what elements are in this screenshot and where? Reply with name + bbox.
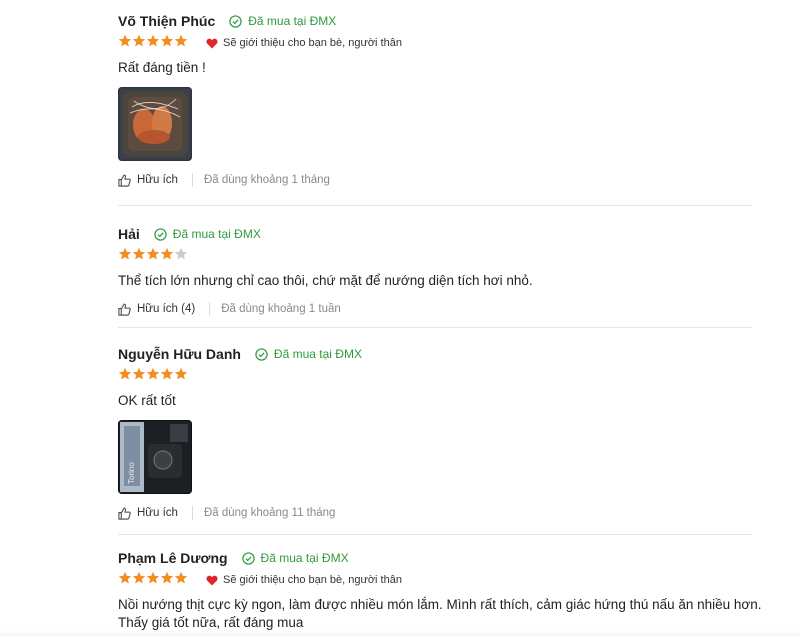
star-icon: [132, 34, 146, 53]
reviewer-name: Võ Thiện Phúc: [118, 13, 216, 29]
star-icon: [174, 247, 188, 266]
recommend-label: Sẽ giới thiệu cho bạn bè, người thân: [223, 574, 402, 586]
review-header: Võ Thiện Phúc Đã mua tại ĐMX: [118, 11, 752, 31]
purchase-badge: Đã mua tại ĐMX: [229, 14, 336, 28]
review-item: Hải Đã mua tại ĐMX Thể tích lớn nhưng ch…: [118, 206, 752, 328]
review-content: Thể tích lớn nhưng chỉ cao thôi, chứ mặt…: [118, 273, 533, 288]
review-footer: Hữu ích (4) Đã dùng khoảng 1 tuần: [118, 302, 752, 316]
rating-row: [118, 367, 752, 386]
thumbs-up-icon: [118, 174, 131, 187]
check-circle-icon: [154, 227, 167, 241]
purchase-badge: Đã mua tại ĐMX: [154, 227, 261, 241]
helpful-button[interactable]: Hữu ích (4): [118, 303, 195, 316]
check-circle-icon: [241, 551, 255, 565]
review-footer: Hữu ích Đã dùng khoảng 11 tháng: [118, 506, 752, 520]
recommend-note: Sẽ giới thiệu cho bạn bè, người thân: [206, 37, 402, 49]
helpful-label: Hữu ích: [137, 174, 178, 186]
purchase-badge-label: Đã mua tại ĐMX: [260, 551, 349, 565]
star-icon: [118, 247, 132, 266]
recommend-label: Sẽ giới thiệu cho bạn bè, người thân: [223, 37, 402, 49]
footer-divider: [191, 506, 193, 520]
purchase-badge: Đã mua tại ĐMX: [255, 347, 362, 361]
star-icon: [146, 247, 160, 266]
recommend-note: Sẽ giới thiệu cho bạn bè, người thân: [206, 574, 402, 586]
star-icon: [132, 367, 146, 386]
star-icon: [118, 571, 132, 590]
appliance-photo: Torino: [118, 420, 192, 494]
shrimp-photo: [118, 87, 192, 161]
review-item: Nguyễn Hữu Danh Đã mua tại ĐMX OK rất tố…: [118, 328, 752, 535]
review-list: Võ Thiện Phúc Đã mua tại ĐMX Sẽ giới thi…: [118, 0, 762, 632]
star-rating: [118, 34, 188, 53]
reviewer-name: Hải: [118, 226, 140, 242]
star-rating: [118, 247, 188, 266]
review-footer: Hữu ích Đã dùng khoảng 1 tháng: [118, 173, 752, 187]
photo-text: Torino: [127, 462, 136, 484]
star-icon: [160, 571, 174, 590]
review-header: Hải Đã mua tại ĐMX: [118, 224, 752, 244]
reviewer-name: Nguyễn Hữu Danh: [118, 346, 241, 362]
purchase-badge: Đã mua tại ĐMX: [241, 551, 349, 565]
star-icon: [132, 247, 146, 266]
helpful-button[interactable]: Hữu ích: [118, 507, 178, 520]
heart-icon: [206, 575, 218, 585]
star-rating: [118, 571, 188, 590]
star-icon: [118, 367, 132, 386]
review-content: OK rất tốt: [118, 393, 176, 408]
star-icon: [146, 367, 160, 386]
check-circle-icon: [255, 347, 268, 361]
thumbs-up-icon: [118, 303, 131, 316]
footer-divider: [209, 302, 211, 316]
helpful-label: Hữu ích (4): [137, 303, 196, 315]
usage-duration: Đã dùng khoảng 1 tháng: [203, 174, 330, 186]
usage-duration: Đã dùng khoảng 1 tuần: [221, 303, 341, 315]
helpful-button[interactable]: Hữu ích: [118, 174, 178, 187]
star-icon: [174, 367, 188, 386]
star-icon: [174, 571, 188, 590]
helpful-label: Hữu ích: [137, 507, 178, 519]
usage-duration: Đã dùng khoảng 11 tháng: [203, 507, 336, 519]
star-icon: [132, 571, 146, 590]
star-icon: [174, 34, 188, 53]
star-rating: [118, 367, 188, 386]
review-photo[interactable]: Torino: [118, 420, 192, 494]
heart-icon: [206, 38, 218, 48]
bottom-scroll-shadow: [0, 630, 800, 636]
star-icon: [160, 367, 174, 386]
rating-row: [118, 247, 752, 266]
rating-row: Sẽ giới thiệu cho bạn bè, người thân: [118, 34, 752, 53]
review-header: Nguyễn Hữu Danh Đã mua tại ĐMX: [118, 344, 752, 364]
review-item: Võ Thiện Phúc Đã mua tại ĐMX Sẽ giới thi…: [118, 0, 752, 206]
review-header: Phạm Lê Dương Đã mua tại ĐMX: [118, 548, 752, 568]
thumbs-up-icon: [118, 507, 131, 520]
footer-divider: [191, 173, 193, 187]
check-circle-icon: [229, 14, 242, 28]
rating-row: Sẽ giới thiệu cho bạn bè, người thân: [118, 571, 752, 590]
star-icon: [146, 571, 160, 590]
purchase-badge-label: Đã mua tại ĐMX: [172, 227, 261, 241]
star-icon: [146, 34, 160, 53]
review-content: Rất đáng tiền !: [118, 60, 206, 75]
purchase-badge-label: Đã mua tại ĐMX: [248, 14, 337, 28]
star-icon: [160, 34, 174, 53]
star-icon: [118, 34, 132, 53]
review-photo[interactable]: [118, 87, 192, 161]
review-content: Nồi nướng thịt cực kỳ ngon, làm được nhi…: [118, 597, 762, 630]
purchase-badge-label: Đã mua tại ĐMX: [273, 347, 362, 361]
review-item: Phạm Lê Dương Đã mua tại ĐMX Sẽ giới thi…: [118, 535, 762, 632]
star-icon: [160, 247, 174, 266]
reviewer-name: Phạm Lê Dương: [118, 550, 228, 566]
